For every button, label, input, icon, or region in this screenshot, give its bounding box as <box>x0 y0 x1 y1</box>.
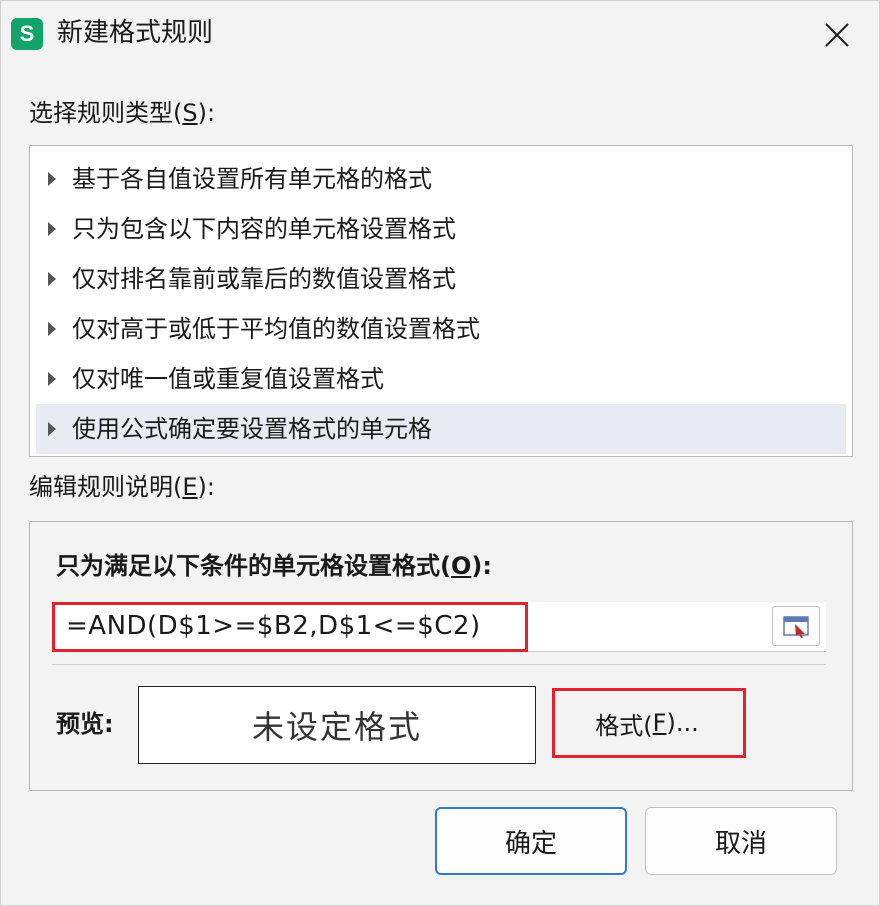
preview-box: 未设定格式 <box>138 686 536 764</box>
wps-spreadsheet-app-icon: S <box>11 18 43 50</box>
rule-type-label: 选择规则类型(S): <box>29 99 216 127</box>
expand-arrow-icon <box>48 272 56 286</box>
rule-type-item-label: 仅对排名靠前或靠后的数值设置格式 <box>72 265 456 293</box>
condition-label: 只为满足以下条件的单元格设置格式(O): <box>56 552 492 580</box>
expand-arrow-icon <box>48 322 56 336</box>
rule-type-item-label: 使用公式确定要设置格式的单元格 <box>72 415 432 443</box>
formula-text: =AND(D$1>=$B2,D$1<=$C2) <box>66 611 481 641</box>
rule-type-item-label: 仅对唯一值或重复值设置格式 <box>72 365 384 393</box>
ok-button[interactable]: 确定 <box>435 807 627 875</box>
close-icon <box>825 23 849 47</box>
preview-text: 未设定格式 <box>251 708 422 746</box>
expand-arrow-icon <box>48 422 56 436</box>
rule-type-item[interactable]: 仅对唯一值或重复值设置格式 <box>36 354 846 404</box>
rule-type-item[interactable]: 只为包含以下内容的单元格设置格式 <box>36 204 846 254</box>
rule-type-item[interactable]: 仅对高于或低于平均值的数值设置格式 <box>36 304 846 354</box>
cancel-button[interactable]: 取消 <box>645 807 837 875</box>
expand-arrow-icon <box>48 372 56 386</box>
dialog-title: 新建格式规则 <box>57 18 214 48</box>
preview-label: 预览: <box>56 710 114 738</box>
title-bar: S 新建格式规则 <box>1 1 879 67</box>
range-select-button[interactable] <box>772 606 820 646</box>
rule-type-item-label: 仅对高于或低于平均值的数值设置格式 <box>72 315 480 343</box>
edit-rule-panel: 只为满足以下条件的单元格设置格式(O): =AND(D$1>=$B2,D$1<=… <box>29 521 853 791</box>
rule-type-item[interactable]: 基于各自值设置所有单元格的格式 <box>36 154 846 204</box>
divider <box>52 664 826 665</box>
format-button[interactable]: 格式(F)... <box>564 698 730 748</box>
expand-arrow-icon <box>48 172 56 186</box>
rule-type-item-label: 基于各自值设置所有单元格的格式 <box>72 165 432 193</box>
formula-input[interactable]: =AND(D$1>=$B2,D$1<=$C2) <box>52 602 826 652</box>
close-button[interactable] <box>807 9 867 61</box>
expand-arrow-icon <box>48 222 56 236</box>
new-format-rule-dialog: S 新建格式规则 选择规则类型(S): 基于各自值设置所有单元格的格式 只为包含… <box>0 0 880 906</box>
rule-type-item-selected[interactable]: 使用公式确定要设置格式的单元格 <box>36 404 846 454</box>
rule-type-item-label: 只为包含以下内容的单元格设置格式 <box>72 215 456 243</box>
range-select-icon <box>783 616 809 638</box>
edit-rule-label: 编辑规则说明(E): <box>29 473 215 501</box>
rule-type-item[interactable]: 仅对排名靠前或靠后的数值设置格式 <box>36 254 846 304</box>
rule-type-list[interactable]: 基于各自值设置所有单元格的格式 只为包含以下内容的单元格设置格式 仅对排名靠前或… <box>29 145 853 457</box>
